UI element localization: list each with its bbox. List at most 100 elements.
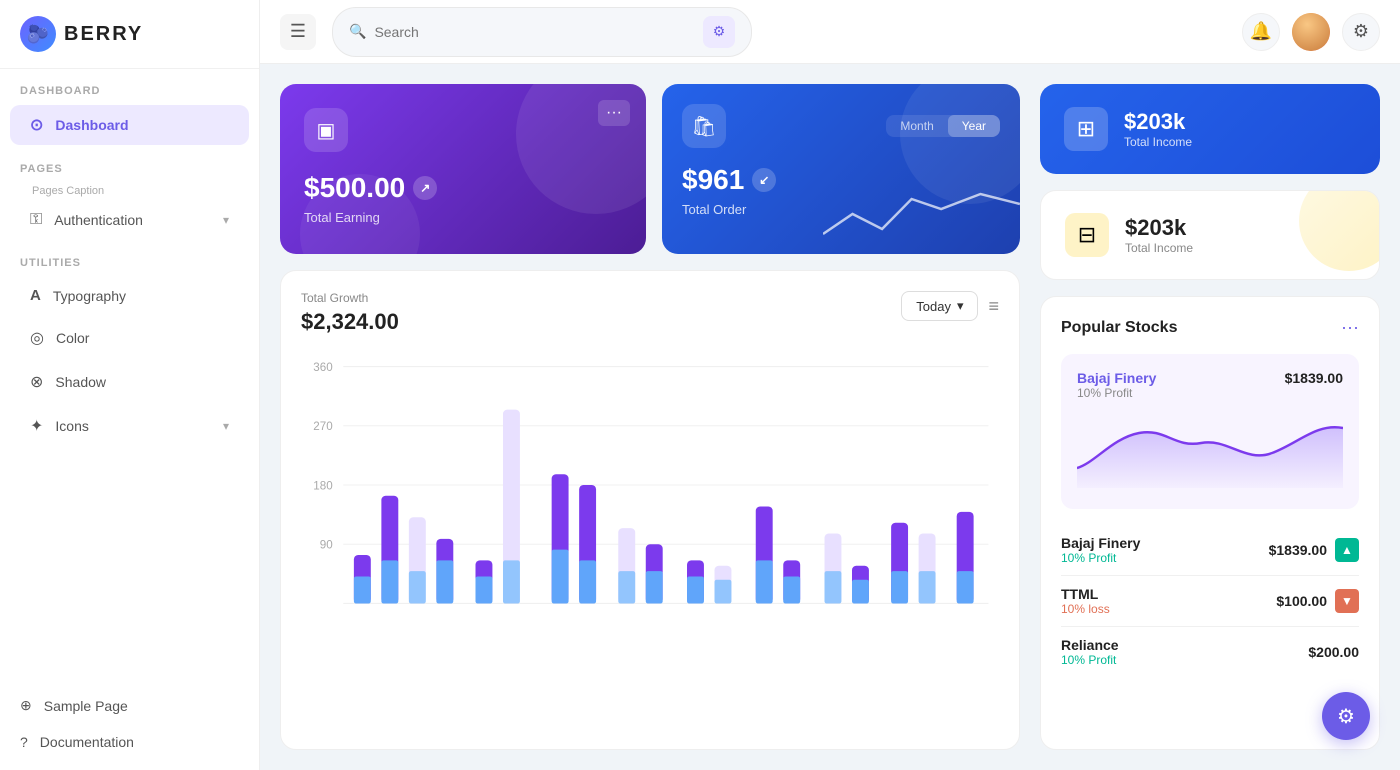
- income-blue-icon: ⊞: [1064, 107, 1108, 151]
- growth-card: Total Growth $2,324.00 Today ▾ ≡: [280, 270, 1020, 750]
- stocks-card: Popular Stocks ··· Bajaj Finery 10% Prof…: [1040, 296, 1380, 750]
- shadow-icon: ⊗: [30, 372, 43, 392]
- dashboard-icon: ⊙: [30, 115, 43, 135]
- card-total-earning: ▣ ··· $500.00 ↗ Total Earning: [280, 84, 646, 254]
- app-name: BERRY: [64, 23, 143, 46]
- content-area: ▣ ··· $500.00 ↗ Total Earning 🛍 Month Ye…: [260, 64, 1400, 770]
- stock-profit-2: 10% Profit: [1061, 653, 1119, 667]
- earning-badge: ↗: [413, 176, 437, 200]
- sidebar-section-pages: Pages: [0, 147, 259, 181]
- sidebar-item-label: Shadow: [55, 374, 106, 390]
- main-panel: ▣ ··· $500.00 ↗ Total Earning 🛍 Month Ye…: [280, 84, 1020, 750]
- growth-header: Total Growth $2,324.00 Today ▾ ≡: [301, 291, 999, 335]
- notification-button[interactable]: 🔔: [1242, 13, 1280, 51]
- order-chart: [823, 174, 1020, 254]
- svg-text:270: 270: [313, 420, 333, 433]
- income-blue-amount: $203k: [1124, 109, 1192, 135]
- growth-more-button[interactable]: ≡: [988, 296, 999, 317]
- stock-list-item: Bajaj Finery 10% Profit $1839.00 ▲: [1061, 525, 1359, 576]
- sidebar-section-pages-caption: Pages Caption: [0, 181, 259, 199]
- stock-chart-featured: Bajaj Finery 10% Profit $1839.00: [1061, 354, 1359, 509]
- chevron-down-icon: ▾: [223, 213, 229, 227]
- income-yellow-amount: $203k: [1125, 215, 1193, 241]
- growth-label: Total Growth: [301, 291, 399, 305]
- sidebar-item-shadow[interactable]: ⊗ Shadow: [10, 362, 249, 402]
- stock-profit-1: 10% loss: [1061, 602, 1110, 616]
- toggle-year[interactable]: Year: [948, 115, 1000, 137]
- order-card-top: 🛍 Month Year: [682, 104, 1000, 148]
- card-income-yellow: ⊟ $203k Total Income: [1040, 190, 1380, 280]
- order-icon: 🛍: [682, 104, 726, 148]
- earning-card-more-button[interactable]: ···: [598, 100, 630, 126]
- sidebar-section-utilities: Utilities: [0, 241, 259, 275]
- avatar-image: [1292, 13, 1330, 51]
- sidebar-item-dashboard[interactable]: ⊙ Dashboard: [10, 105, 249, 145]
- earning-amount: $500.00 ↗: [304, 172, 622, 204]
- featured-stock-profit: 10% Profit: [1077, 386, 1156, 400]
- avatar[interactable]: [1292, 13, 1330, 51]
- logo-icon: 🫐: [20, 16, 56, 52]
- stock-badge-up-0: ▲: [1335, 538, 1359, 562]
- stock-list-item: Reliance 10% Profit $200.00: [1061, 627, 1359, 677]
- featured-stock-name: Bajaj Finery: [1077, 370, 1156, 386]
- order-badge: ↙: [752, 168, 776, 192]
- settings-button[interactable]: ⚙: [1342, 13, 1380, 51]
- main-area: ☰ 🔍 ⚙ 🔔 ⚙: [260, 0, 1400, 770]
- sidebar-item-label: Icons: [55, 418, 88, 434]
- filter-button[interactable]: ⚙: [703, 16, 735, 48]
- sidebar: 🫐 BERRY Dashboard ⊙ Dashboard Pages Page…: [0, 0, 260, 770]
- stock-profit-0: 10% Profit: [1061, 551, 1140, 565]
- header: ☰ 🔍 ⚙ 🔔 ⚙: [260, 0, 1400, 64]
- sidebar-item-documentation[interactable]: ? Documentation: [10, 724, 249, 760]
- stocks-title: Popular Stocks: [1061, 319, 1177, 337]
- income-yellow-label: Total Income: [1125, 241, 1193, 255]
- right-panel: ⊞ $203k Total Income ⊟ $203k Total Incom…: [1040, 84, 1380, 750]
- svg-text:90: 90: [320, 538, 333, 551]
- sample-page-icon: ⊕: [20, 697, 32, 714]
- bell-icon: 🔔: [1250, 21, 1272, 42]
- filter-icon: ⚙: [713, 23, 726, 40]
- growth-today-button[interactable]: Today ▾: [901, 291, 978, 321]
- income-blue-label: Total Income: [1124, 135, 1192, 149]
- stock-price-0: $1839.00: [1269, 542, 1327, 558]
- growth-amount: $2,324.00: [301, 309, 399, 335]
- stock-badge-down-1: ▼: [1335, 589, 1359, 613]
- sidebar-bottom: ⊕ Sample Page ? Documentation: [0, 677, 259, 770]
- sidebar-item-color[interactable]: ◎ Color: [10, 318, 249, 358]
- earning-label: Total Earning: [304, 210, 622, 225]
- fab-button[interactable]: ⚙: [1322, 692, 1370, 740]
- stock-name-0: Bajaj Finery: [1061, 535, 1140, 551]
- icons-icon: ✦: [30, 416, 43, 436]
- earning-card-icon: ▣: [304, 108, 348, 152]
- sidebar-item-authentication[interactable]: ⚿ Authentication ▾: [10, 201, 249, 239]
- sidebar-item-label: Sample Page: [44, 698, 128, 714]
- sidebar-item-typography[interactable]: A Typography: [10, 277, 249, 314]
- svg-text:180: 180: [313, 479, 333, 492]
- stocks-header: Popular Stocks ···: [1061, 317, 1359, 338]
- order-toggle: Month Year: [886, 115, 1000, 137]
- stock-chart-header: Bajaj Finery 10% Profit $1839.00: [1077, 370, 1343, 400]
- menu-button[interactable]: ☰: [280, 14, 316, 50]
- stocks-more-button[interactable]: ···: [1341, 317, 1359, 338]
- stock-right-0: $1839.00 ▲: [1269, 538, 1359, 562]
- sidebar-item-icons[interactable]: ✦ Icons ▾: [10, 406, 249, 446]
- stock-name-1: TTML: [1061, 586, 1110, 602]
- income-yellow-icon: ⊟: [1065, 213, 1109, 257]
- card-income-blue: ⊞ $203k Total Income: [1040, 84, 1380, 174]
- chevron-down-icon: ▾: [223, 419, 229, 433]
- sidebar-item-label: Documentation: [40, 734, 134, 750]
- chevron-down-icon: ▾: [957, 298, 964, 314]
- stock-right-1: $100.00 ▼: [1276, 589, 1359, 613]
- toggle-month[interactable]: Month: [886, 115, 947, 137]
- fab-icon: ⚙: [1337, 704, 1355, 729]
- sidebar-item-label: Dashboard: [55, 117, 128, 133]
- sidebar-item-sample-page[interactable]: ⊕ Sample Page: [10, 687, 249, 724]
- sidebar-item-label: Typography: [53, 288, 126, 304]
- search-bar: 🔍 ⚙: [332, 7, 752, 57]
- stock-list-item: TTML 10% loss $100.00 ▼: [1061, 576, 1359, 627]
- search-input[interactable]: [374, 24, 695, 40]
- sidebar-item-label: Authentication: [54, 212, 143, 228]
- top-cards-row: ▣ ··· $500.00 ↗ Total Earning 🛍 Month Ye…: [280, 84, 1020, 254]
- stock-right-2: $200.00: [1308, 644, 1359, 660]
- authentication-icon: ⚿: [30, 211, 42, 229]
